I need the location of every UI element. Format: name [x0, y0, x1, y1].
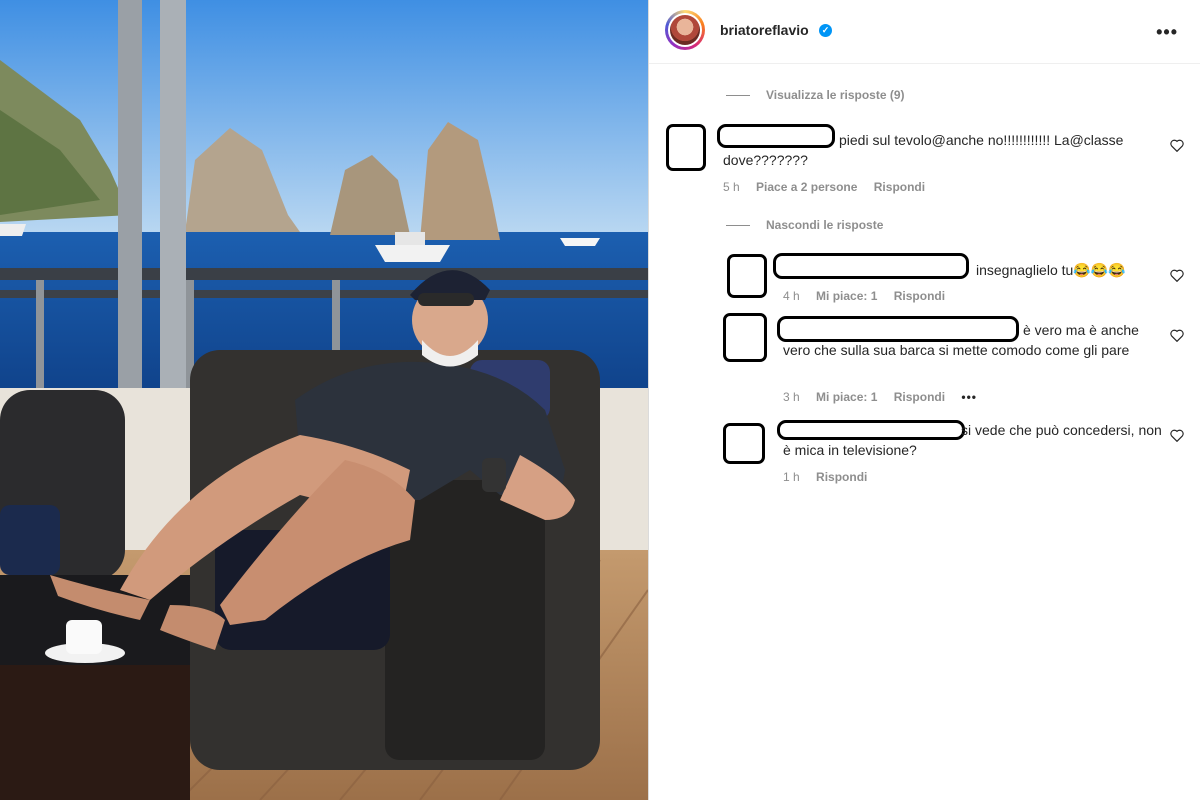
verified-badge-icon: ✓: [819, 24, 832, 37]
comment-text: è vero ma è anche vero che sulla sua bar…: [783, 322, 1139, 358]
likes-count[interactable]: Mi piace: 1: [816, 390, 877, 404]
reply-button[interactable]: Rispondi: [874, 180, 925, 194]
comment-time: 4 h: [783, 289, 800, 303]
comment-text: piedi sul tevolo@anche no!!!!!!!!!!!! La…: [723, 132, 1124, 168]
thread-line: [726, 95, 750, 97]
comment-more-icon[interactable]: •••: [961, 390, 977, 404]
comment-avatar[interactable]: [727, 254, 767, 298]
comment-meta: 5 h Piace a 2 persone Rispondi: [723, 180, 938, 194]
comment-time: 3 h: [783, 390, 800, 404]
comment-time: 1 h: [783, 470, 800, 484]
redacted-username: [773, 253, 969, 279]
post-photo[interactable]: [0, 0, 648, 800]
username[interactable]: briatoreflavio: [720, 22, 809, 38]
reply-button[interactable]: Rispondi: [894, 390, 945, 404]
comment-time: 5 h: [723, 180, 740, 194]
reply-button[interactable]: Rispondi: [894, 289, 945, 303]
like-heart-icon[interactable]: [1170, 139, 1184, 152]
comment-avatar[interactable]: [723, 423, 765, 464]
thread-line: [726, 225, 750, 227]
view-replies-toggle[interactable]: Visualizza le risposte (9): [726, 88, 905, 102]
reply-button[interactable]: Rispondi: [816, 470, 867, 484]
likes-count[interactable]: Piace a 2 persone: [756, 180, 857, 194]
comment-text: si vede che può concedersi, non è mica i…: [783, 422, 1162, 458]
comment-meta: 3 h Mi piace: 1 Rispondi •••: [783, 390, 990, 404]
comments-panel: briatoreflavio ✓ ••• Visualizza le rispo…: [649, 0, 1200, 800]
comment-meta: 1 h Rispondi: [783, 470, 880, 484]
comment-text: insegnaglielo tu😂😂😂: [976, 262, 1126, 278]
comment-avatar[interactable]: [666, 124, 706, 171]
like-heart-icon[interactable]: [1170, 329, 1184, 342]
profile-avatar[interactable]: [665, 10, 705, 50]
more-options-icon[interactable]: •••: [1156, 22, 1178, 43]
comment-avatar[interactable]: [723, 313, 767, 362]
hide-replies-toggle[interactable]: Nascondi le risposte: [726, 218, 883, 232]
comment-meta: 4 h Mi piace: 1 Rispondi: [783, 289, 958, 303]
like-heart-icon[interactable]: [1170, 429, 1184, 442]
like-heart-icon[interactable]: [1170, 269, 1184, 282]
post-header: briatoreflavio ✓ •••: [649, 0, 1200, 64]
likes-count[interactable]: Mi piace: 1: [816, 289, 877, 303]
